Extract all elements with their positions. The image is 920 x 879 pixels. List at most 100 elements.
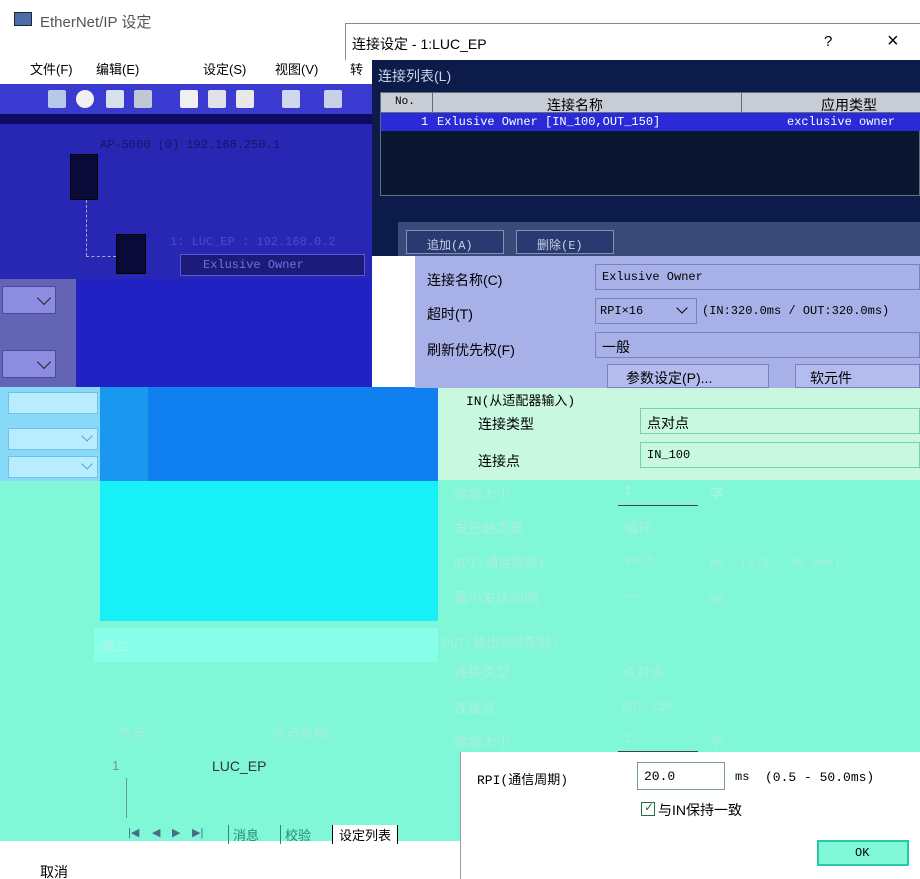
left-dropdown-3[interactable]	[8, 428, 98, 450]
priority-field[interactable]: 一般	[595, 332, 920, 358]
in-min-interval-unit: ms	[710, 592, 725, 606]
in-rpi-value: 20.0	[624, 554, 653, 568]
in-type-label: 连接类型	[478, 416, 534, 432]
in-trigger-label: 发送触发器	[454, 520, 524, 536]
in-type-field[interactable]: 点对点	[640, 408, 920, 434]
col-app-type: 应用类型	[821, 97, 877, 113]
in-lower: 数据大小 1 字 发送触发器 循环 RPI(通信周期) 20.0 ms (0.5…	[438, 480, 920, 630]
table-header: No. 连接名称 应用类型	[381, 93, 920, 113]
main-window-title: EtherNet/IP 设定	[40, 14, 152, 31]
ok-button[interactable]: OK	[817, 840, 909, 866]
in-size-field[interactable]: 1	[618, 480, 698, 506]
conn-name-label: 连接名称(C)	[427, 272, 503, 288]
last-sheet-icon[interactable]: ▶|	[192, 826, 203, 839]
in-header: IN(从适配器输入)	[466, 394, 576, 409]
menu-convert[interactable]: 转	[350, 59, 363, 78]
out-section: OUT(输出到适配器) 连接类型 点对点 连接点 OUT_150 数据大小 1 …	[438, 630, 920, 752]
chevron-down-icon	[36, 354, 52, 370]
timeout-info: (IN:320.0ms / OUT:320.0ms)	[702, 304, 890, 318]
in-size-label: 数据大小	[454, 486, 510, 502]
timeout-label: 超时(T)	[427, 306, 473, 322]
menu-file[interactable]: 文件(F)	[30, 59, 73, 78]
in-rpi-range: (0.5 - 50.0ms)	[740, 556, 841, 570]
in-section: IN(从适配器输入) 连接类型 点对点 连接点 IN_100	[438, 388, 920, 480]
next-sheet-icon[interactable]: ▶	[172, 826, 180, 839]
network-label: AP-5000 (0) 192.168.250.1	[100, 138, 281, 152]
paste-icon[interactable]	[236, 90, 254, 108]
same-as-in-label: 与IN保持一致	[658, 802, 742, 818]
left-dropdown-1[interactable]	[2, 286, 56, 314]
cut-icon[interactable]	[180, 90, 198, 108]
device-icon[interactable]	[106, 90, 124, 108]
connection-list-table: No. 连接名称 应用类型 1 Exlusive Owner [IN_100,O…	[380, 92, 920, 196]
col-node-header: 节点	[118, 726, 146, 742]
table-row[interactable]: 1 Exlusive Owner [IN_100,OUT_150] exclus…	[381, 113, 920, 131]
network-canvas: AP-5000 (0) 192.168.250.1 1: LUC_EP : 19…	[0, 124, 372, 279]
connect-icon[interactable]	[48, 90, 66, 108]
chevron-down-icon	[36, 290, 52, 306]
priority-label: 刷新优先权(F)	[427, 342, 515, 358]
soft-element-button[interactable]: 软元件	[795, 364, 920, 388]
delete-button[interactable]: 删除(E)	[516, 230, 614, 254]
menu-settings[interactable]: 设定(S)	[203, 59, 246, 78]
monitor-icon[interactable]	[76, 90, 94, 108]
add-button[interactable]: 追加(A)	[406, 230, 504, 254]
copy-icon[interactable]	[208, 90, 226, 108]
scan-icon[interactable]	[134, 90, 152, 108]
param-settings-button[interactable]: 参数设定(P)...	[607, 364, 769, 388]
first-sheet-icon[interactable]: |◀	[128, 826, 139, 839]
main-toolbar	[0, 84, 372, 124]
out-rpi-field[interactable]: 20.0	[637, 762, 725, 790]
sheet-tabs: |◀ ◀ ▶ ▶| 消息 校验 设定列表	[120, 820, 460, 848]
tab-check[interactable]: 校验	[280, 825, 315, 844]
col-node-name-header: 节点名称	[272, 726, 328, 742]
left-input-mid[interactable]	[8, 392, 98, 414]
same-as-in-checkbox[interactable]: ✓	[641, 800, 655, 816]
out-header: OUT(输出到适配器)	[442, 636, 560, 651]
dialog-title: 连接设定 - 1:LUC_EP	[352, 36, 487, 52]
cancel-button[interactable]: 取消	[40, 862, 68, 879]
section-bar: 第二	[94, 628, 440, 662]
dialog-title-bar: 连接设定 - 1:LUC_EP ? ×	[345, 23, 920, 60]
connection-list-label: 连接列表(L)	[378, 68, 452, 84]
col-connection-name: 连接名称	[547, 97, 603, 113]
in-min-interval-value: —	[624, 586, 638, 602]
left-dropdown-2[interactable]	[2, 350, 56, 378]
in-point-field[interactable]: IN_100	[640, 442, 920, 468]
out-rpi-section: RPI(通信周期) 20.0 ms (0.5 - 50.0ms) ✓ 与IN保持…	[460, 752, 920, 879]
close-button[interactable]: ×	[887, 30, 899, 53]
out-rpi-unit: ms	[735, 770, 750, 784]
out-size-field[interactable]: 1	[618, 728, 698, 752]
prev-sheet-icon[interactable]: ◀	[152, 826, 160, 839]
tab-setting-list[interactable]: 设定列表	[332, 825, 399, 844]
conn-name-field[interactable]: Exlusive Owner	[595, 264, 920, 290]
help-button[interactable]: ?	[824, 33, 832, 50]
network-icon[interactable]	[282, 90, 300, 108]
check-icon: ✓	[644, 800, 655, 814]
left-dropdown-4[interactable]	[8, 456, 98, 478]
row-app-type: exclusive owner	[787, 115, 896, 129]
out-type-label: 连接类型	[454, 664, 510, 680]
node-device	[116, 234, 146, 274]
dialog-properties: 连接名称(C) Exlusive Owner 超时(T) RPI×16 (IN:…	[415, 256, 920, 388]
out-point-label: 连接点	[454, 700, 496, 716]
out-point-value: OUT_150	[622, 700, 673, 714]
timeout-select[interactable]: RPI×16	[595, 298, 697, 324]
node-row-number: 1	[112, 758, 120, 773]
tab-message[interactable]: 消息	[228, 825, 263, 844]
out-size-label: 数据大小	[454, 734, 510, 750]
in-rpi-unit: ms	[710, 556, 725, 570]
menu-view[interactable]: 视图(V)	[275, 59, 318, 78]
out-type-value: 点对点	[622, 664, 664, 680]
col-no: No.	[395, 96, 415, 108]
row-no: 1	[421, 115, 429, 129]
out-rpi-label: RPI(通信周期)	[477, 773, 569, 788]
menu-edit[interactable]: 编辑(E)	[96, 59, 139, 78]
main-title-bar: EtherNet/IP 设定	[0, 0, 345, 44]
out-size-unit: 字	[710, 734, 724, 750]
chevron-down-icon	[81, 458, 93, 470]
connection-tag: Exlusive Owner	[180, 254, 365, 276]
chevron-down-icon	[81, 430, 93, 442]
section-label: 第二	[102, 639, 129, 654]
settings-icon[interactable]	[324, 90, 342, 108]
